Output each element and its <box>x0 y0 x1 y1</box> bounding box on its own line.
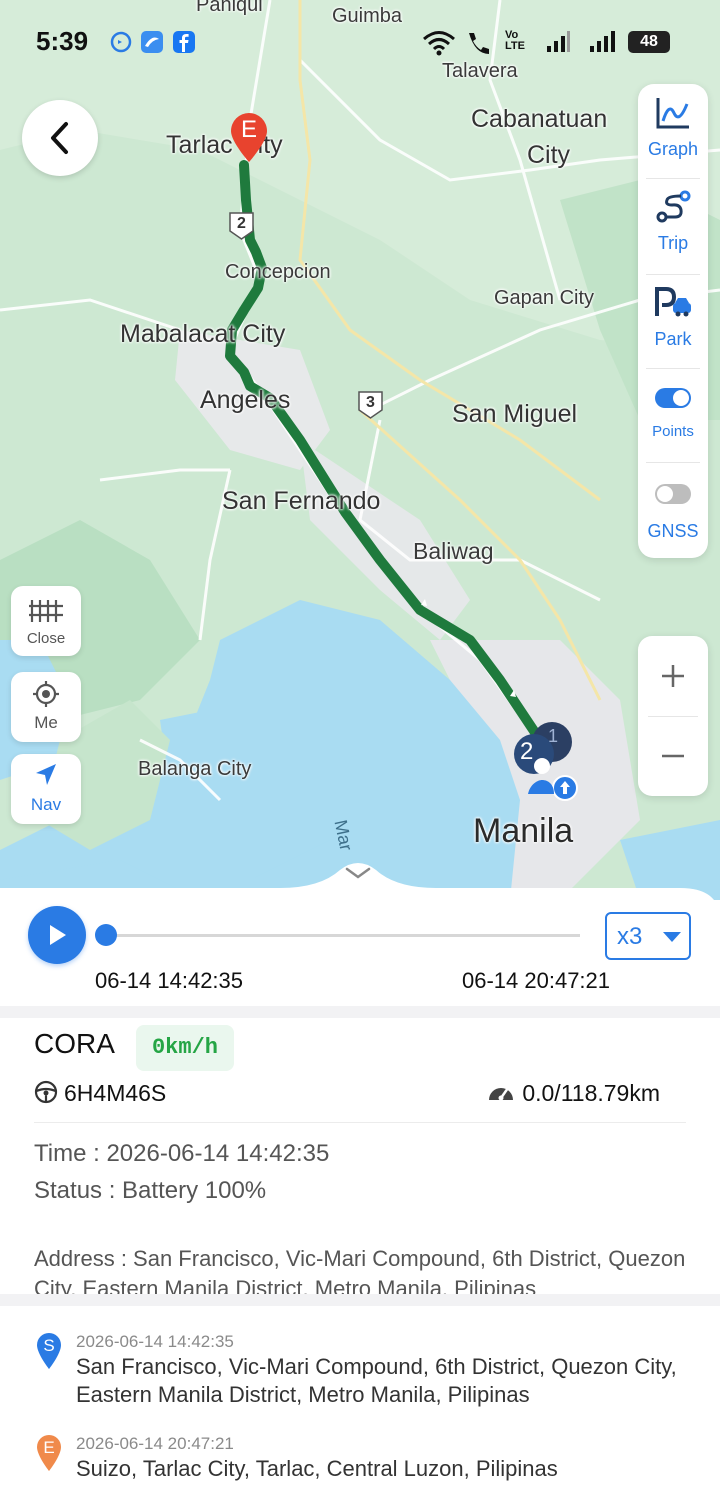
nav-button[interactable]: Nav <box>11 754 81 824</box>
start-timestamp: 06-14 14:42:35 <box>95 968 244 993</box>
road-shield-3: 3 <box>357 390 384 420</box>
trip-detail-panel: x3 06-14 14:42:35 06-14 20:47:21 CORA 0k… <box>0 860 720 1509</box>
place-balanga: Balanga City <box>138 758 252 780</box>
map-view[interactable]: Paniqui Guimba Talavera Cabanatuan City … <box>0 0 720 900</box>
zoom-out-button[interactable] <box>638 716 708 796</box>
end-time: 2026-06-14 20:47:21 <box>76 1434 234 1453</box>
speed-value: x3 <box>617 923 643 950</box>
trip-icon <box>656 190 691 223</box>
place-concepcion: Concepcion <box>225 261 331 283</box>
nav-label: Nav <box>30 795 62 814</box>
start-time: 2026-06-14 14:42:35 <box>76 1332 234 1351</box>
gnss-switch[interactable] <box>655 484 691 504</box>
trip-button[interactable]: Trip <box>638 190 708 254</box>
collapse-chevron-icon[interactable] <box>343 864 373 882</box>
play-button[interactable] <box>28 906 86 964</box>
battery-icon: 48 <box>628 31 670 53</box>
distance: 0.0/118.79km <box>486 1080 660 1110</box>
close-label: Close <box>26 630 66 647</box>
zoom-control <box>638 636 708 796</box>
park-button[interactable]: Park <box>638 286 708 350</box>
end-pin-icon: E <box>36 1434 62 1477</box>
playback-bar: x3 06-14 14:42:35 06-14 20:47:21 <box>0 906 720 1006</box>
speed-badge: 0km/h <box>136 1025 234 1071</box>
odometer-icon <box>486 1080 516 1110</box>
place-san-miguel: San Miguel <box>452 400 578 428</box>
info-divider <box>34 1122 686 1123</box>
parking-icon <box>655 287 691 317</box>
facebook-icon <box>172 30 196 54</box>
play-icon <box>50 925 66 945</box>
place-manila: Manila <box>473 812 574 850</box>
trip-label: Trip <box>657 233 689 253</box>
back-button[interactable] <box>22 100 98 176</box>
navigation-arrow-icon <box>36 764 56 785</box>
wifi-icon <box>422 30 455 56</box>
map-base <box>0 0 720 900</box>
duration: 6H4M46S <box>34 1080 166 1110</box>
park-label: Park <box>654 329 692 349</box>
zoom-in-button[interactable] <box>638 636 708 716</box>
wifi-call-icon <box>465 30 489 54</box>
graph-button[interactable]: Graph <box>638 96 708 160</box>
graph-icon <box>656 98 689 129</box>
playback-thumb[interactable] <box>95 924 117 946</box>
points-switch[interactable] <box>655 388 691 408</box>
duration-value: 6H4M46S <box>64 1080 167 1107</box>
map-toolbar: Graph Trip Park Points GNSS <box>638 84 708 558</box>
volte-icon: Vo LTE <box>505 29 525 52</box>
gnss-toggle[interactable]: GNSS <box>638 484 708 542</box>
section-divider <box>0 1006 720 1018</box>
distance-value: 0.0/118.79km <box>522 1080 660 1107</box>
place-san-fernando: San Fernando <box>222 487 381 515</box>
place-angeles: Angeles <box>200 386 291 414</box>
close-fence-button[interactable]: Close <box>11 586 81 656</box>
place-gapan: Gapan City <box>494 287 595 309</box>
me-label: Me <box>34 713 58 732</box>
points-toggle[interactable]: Points <box>638 388 708 440</box>
end-address: Suizo, Tarlac City, Tarlac, Central Luzo… <box>76 1456 558 1481</box>
circle-app-icon <box>109 30 133 54</box>
chevron-left-icon <box>51 122 68 154</box>
end-timestamp: 06-14 20:47:21 <box>462 968 611 993</box>
time-line: Time : 2026-06-14 14:42:35 <box>34 1140 330 1167</box>
plus-icon <box>662 665 684 687</box>
section-divider-2 <box>0 1294 720 1306</box>
start-pin-icon: S <box>36 1332 62 1375</box>
speed-select[interactable]: x3 <box>605 912 691 960</box>
end-marker[interactable]: E <box>228 110 270 164</box>
start-address: San Francisco, Vic-Mari Compound, 6th Di… <box>76 1354 677 1407</box>
signal-icon-2 <box>588 30 615 54</box>
playback-slider[interactable] <box>106 934 580 937</box>
caret-down-icon <box>663 932 681 942</box>
fence-icon <box>29 600 63 622</box>
status-bar: 5:39 Vo LTE 48 <box>0 0 720 82</box>
locate-me-icon <box>33 681 59 707</box>
place-baliwag: Baliwag <box>413 538 494 564</box>
road-shield-2: 2 <box>228 211 255 241</box>
status-line: Status : Battery 100% <box>34 1177 267 1204</box>
place-cabanatuan-line2: City <box>527 141 571 169</box>
gnss-label: GNSS <box>647 521 699 541</box>
signal-icon <box>545 30 570 54</box>
status-time: 5:39 <box>36 26 89 56</box>
minus-icon <box>662 754 684 758</box>
start-cluster-marker[interactable]: 2 1 <box>508 720 578 802</box>
steering-wheel-icon <box>34 1080 58 1110</box>
points-label: Points <box>652 423 694 440</box>
graph-label: Graph <box>647 139 699 159</box>
place-cabanatuan-line1: Cabanatuan <box>471 105 608 133</box>
messenger-icon <box>140 30 164 54</box>
me-button[interactable]: Me <box>11 672 81 742</box>
place-mabalacat: Mabalacat City <box>120 320 286 348</box>
device-name: CORA <box>34 1028 115 1059</box>
